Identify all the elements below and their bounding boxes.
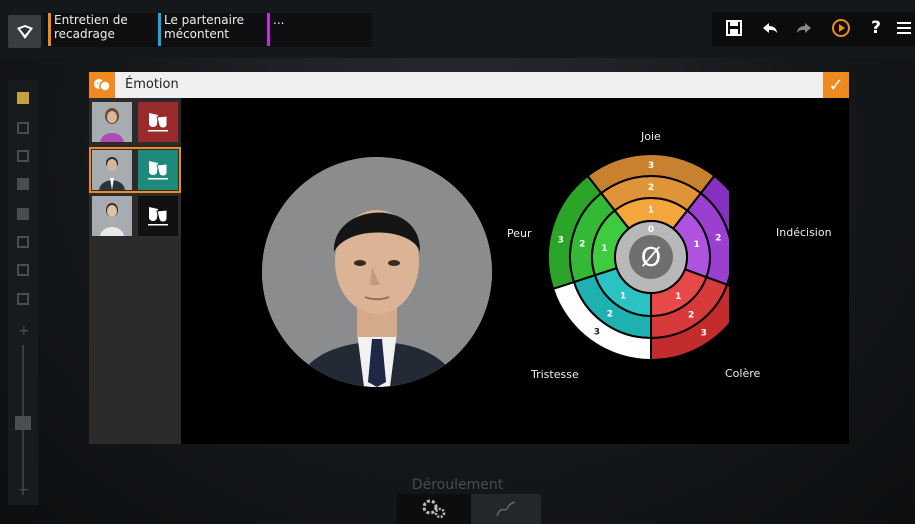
label-joie: Joie — [641, 130, 661, 143]
avatar — [92, 196, 132, 236]
wheel-level-label: 2 — [648, 183, 654, 193]
empty-set-icon: Ø — [641, 243, 661, 273]
character-row[interactable] — [92, 196, 178, 236]
tab-color-bar — [158, 13, 161, 46]
tab-label-line1: Le partenaire — [164, 13, 245, 27]
wheel-level-label: 2 — [607, 310, 613, 320]
theater-masks-icon[interactable] — [138, 150, 178, 190]
tab-label-line2: recadrage — [54, 27, 115, 41]
app-logo-icon[interactable] — [8, 15, 41, 48]
wheel-level-label: 2 — [579, 240, 585, 250]
tab-partenaire[interactable]: Le partenaire mécontent — [158, 13, 264, 47]
tab-entretien[interactable]: Entretien de recadrage — [48, 13, 154, 47]
duplicate-icon[interactable] — [17, 150, 29, 162]
tab-more[interactable]: ... — [267, 13, 313, 47]
emotion-wheel: 1231231231231230Ø — [547, 153, 729, 362]
dialog-header: Émotion ✓ — [89, 72, 849, 98]
avatar — [92, 150, 132, 190]
save-icon[interactable] — [720, 14, 748, 42]
tab-color-bar — [48, 13, 51, 46]
fit-icon[interactable] — [17, 293, 29, 305]
character-row[interactable] — [92, 102, 178, 142]
grid-icon[interactable] — [17, 208, 29, 220]
wheel-level-label: 3 — [701, 328, 707, 338]
zoom-in-icon[interactable]: + — [18, 323, 30, 339]
theater-masks-icon[interactable] — [138, 102, 178, 142]
label-colere: Colère — [725, 367, 761, 380]
confirm-button[interactable]: ✓ — [823, 72, 849, 98]
move-out-icon[interactable] — [17, 264, 29, 276]
wheel-level-label: 2 — [715, 234, 721, 244]
top-bar: Entretien de recadrage Le partenaire méc… — [0, 0, 915, 58]
wheel-level-label: 3 — [594, 327, 600, 337]
wheel-level-label: 3 — [648, 161, 654, 171]
theater-masks-icon[interactable] — [138, 196, 178, 236]
tab-label-line2: ... — [273, 13, 285, 27]
move-in-icon[interactable] — [17, 236, 29, 248]
gears-icon — [422, 499, 446, 519]
label-peur: Peur — [507, 227, 532, 240]
label-indecision: Indécision — [776, 226, 832, 239]
wheel-center-level: 0 — [648, 225, 654, 235]
wheel-level-label: 1 — [620, 291, 626, 301]
tab-label-line1: Entretien de — [54, 13, 128, 27]
emotion-masks-icon — [89, 72, 115, 98]
avatar — [92, 102, 132, 142]
dialog-title: Émotion — [125, 77, 179, 92]
paste-icon[interactable] — [17, 178, 29, 190]
settings-tab[interactable] — [397, 494, 471, 524]
copy-icon[interactable] — [17, 122, 29, 134]
wheel-level-label: 1 — [601, 244, 607, 254]
zoom-slider-thumb[interactable] — [15, 416, 31, 430]
wheel-level-label: 2 — [688, 310, 694, 320]
wheel-level-label: 1 — [694, 240, 700, 250]
emotion-dialog: Émotion ✓ 1 2 3 1 2 1 2 3 1 2 3 1 2 3 0 … — [89, 72, 849, 444]
bottom-panel-title: Déroulement — [411, 477, 504, 493]
flow-icon — [496, 501, 516, 517]
menu-icon[interactable] — [890, 14, 915, 42]
character-portrait — [262, 157, 492, 387]
wheel-level-label: 3 — [558, 235, 564, 245]
tab-label-line2: mécontent — [164, 27, 230, 41]
undo-icon[interactable] — [756, 14, 784, 42]
character-list — [89, 98, 181, 444]
help-icon[interactable]: ? — [862, 14, 890, 42]
tab-color-bar — [267, 13, 270, 46]
play-icon[interactable] — [827, 14, 855, 42]
wheel-level-label: 1 — [675, 292, 681, 302]
note-icon[interactable] — [17, 92, 29, 104]
flow-tab[interactable] — [471, 494, 541, 524]
left-toolbar: + − — [8, 80, 38, 505]
redo-icon[interactable] — [790, 14, 818, 42]
character-row-selected[interactable] — [89, 147, 181, 193]
label-tristesse: Tristesse — [531, 368, 579, 381]
wheel-level-label: 1 — [648, 206, 654, 216]
